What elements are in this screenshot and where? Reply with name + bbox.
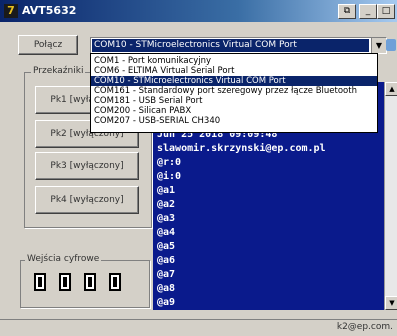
terminal-line: @a6 [157,255,176,266]
port-option[interactable]: COM161 - Standardowy port szeregowy prze… [91,86,377,96]
maximize-button[interactable]: □ [377,4,395,19]
title-bar: 7 AVT5632 ⧉ _ □ [0,0,397,22]
relays-group-label: Przekaźniki [31,66,86,76]
port-option[interactable]: COM207 - USB-SERIAL CH340 [91,116,377,126]
terminal-line: @a2 [157,199,176,210]
digital-inputs-label: Wejścia cyfrowe [25,254,102,264]
minimize-button[interactable]: _ [359,4,377,19]
terminal-line: @a4 [157,227,176,238]
port-select-value: COM10 - STMicroelectronics Virtual COM P… [92,39,369,52]
globe-icon[interactable] [386,39,396,51]
digital-input-2 [59,273,71,291]
restore-button[interactable]: ⧉ [338,4,356,19]
scroll-down-icon[interactable]: ▼ [385,296,397,310]
terminal-scrollbar[interactable]: ▲ ▼ [384,82,397,310]
port-option-selected[interactable]: COM10 - STMicroelectronics Virtual COM P… [91,76,377,86]
terminal-line: slawomir.skrzynski@ep.com.pl [157,143,326,154]
terminal-line: @a1 [157,185,176,196]
digital-input-3 [84,273,96,291]
main-window: Połącz COM10 - STMicroelectronics Virtua… [0,22,397,319]
window-title: AVT5632 [22,4,77,17]
chevron-down-icon[interactable]: ▼ [371,38,386,53]
terminal-line: @r:0 [157,157,182,168]
terminal-line: @a3 [157,213,176,224]
terminal-line: @i:0 [157,171,182,182]
terminal-line: @a5 [157,241,176,252]
app-logo-icon: 7 [4,4,18,18]
relay-4-button[interactable]: Pk4 [wyłączony] [35,186,139,214]
port-option[interactable]: COM1 - Port komunikacyjny [91,56,377,66]
digital-input-4 [109,273,121,291]
status-bar: k2@ep.com. [0,319,397,336]
status-text: k2@ep.com. [336,322,393,332]
terminal-line: @a7 [157,269,176,280]
relay-3-button[interactable]: Pk3 [wyłączony] [35,152,139,180]
connect-button[interactable]: Połącz [18,35,78,55]
port-select[interactable]: COM10 - STMicroelectronics Virtual COM P… [90,37,387,54]
terminal-line: @a9 [157,297,176,308]
port-dropdown-list[interactable]: COM1 - Port komunikacyjny COM6 - ELTIMA … [90,53,378,133]
digital-input-1 [34,273,46,291]
port-option[interactable]: COM181 - USB Serial Port [91,96,377,106]
scroll-up-icon[interactable]: ▲ [385,82,397,96]
terminal-line: @a8 [157,283,176,294]
port-option[interactable]: COM200 - Silican PABX [91,106,377,116]
port-option[interactable]: COM6 - ELTIMA Virtual Serial Port [91,66,377,76]
